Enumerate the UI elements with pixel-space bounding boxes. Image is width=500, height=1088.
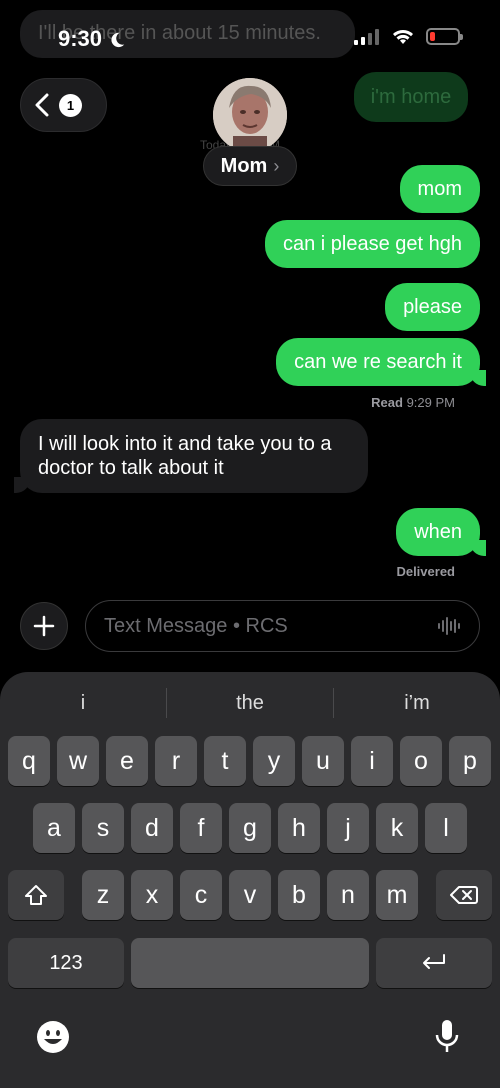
signal-icon [354, 28, 379, 45]
key-l[interactable]: l [425, 803, 467, 853]
status-time: 9:30 [58, 26, 103, 51]
read-time: 9:29 PM [406, 395, 455, 410]
message-text-line: I will look into it and take you to a [38, 433, 332, 455]
key-q[interactable]: q [8, 736, 50, 786]
avatar-photo [213, 78, 287, 152]
message-text: can i please get hgh [282, 232, 462, 255]
message-input-placeholder: Text Message • RCS [104, 614, 288, 637]
message-text: when [414, 520, 462, 543]
message-bubble-outgoing[interactable]: mom [399, 165, 480, 213]
key-j[interactable]: j [327, 803, 369, 853]
key-i[interactable]: i [351, 736, 393, 786]
return-icon [423, 954, 445, 969]
key-e[interactable]: e [106, 736, 148, 786]
delete-key[interactable] [436, 870, 492, 920]
key-f[interactable]: f [180, 803, 222, 853]
keyboard: i the i’m q w e r t y u i o p a s d f g … [0, 672, 500, 1088]
suggestion[interactable]: i’m [334, 684, 500, 722]
shift-icon [25, 885, 47, 905]
key-z[interactable]: z [82, 870, 124, 920]
emoji-button[interactable] [36, 1020, 70, 1054]
predictive-bar: i the i’m [0, 684, 500, 722]
read-receipt: Read 9:29 PM [371, 395, 455, 410]
numbers-key[interactable]: 123 [8, 938, 124, 988]
key-s[interactable]: s [82, 803, 124, 853]
key-o[interactable]: o [400, 736, 442, 786]
microphone-icon [435, 1020, 459, 1052]
moon-icon [111, 32, 125, 48]
key-w[interactable]: w [57, 736, 99, 786]
unread-badge: 1 [59, 93, 82, 117]
faded-outgoing-message: i'm home [354, 72, 468, 122]
delivered-receipt: Delivered [396, 564, 455, 579]
add-attachment-button[interactable] [20, 602, 68, 650]
key-h[interactable]: h [278, 803, 320, 853]
message-text: mom [417, 177, 462, 200]
wifi-icon [393, 29, 413, 44]
emoji-icon [37, 1021, 69, 1053]
message-input[interactable]: Text Message • RCS [85, 600, 480, 652]
message-text: can we re search it [294, 350, 462, 373]
return-key[interactable] [376, 938, 492, 988]
key-m[interactable]: m [376, 870, 418, 920]
suggestion[interactable]: the [167, 684, 333, 722]
shift-key[interactable] [8, 870, 64, 920]
key-v[interactable]: v [229, 870, 271, 920]
message-bubble-incoming[interactable]: I will look into it and take you to a do… [14, 419, 368, 493]
battery-icon [426, 28, 463, 45]
key-k[interactable]: k [376, 803, 418, 853]
contact-avatar[interactable] [213, 78, 287, 152]
key-g[interactable]: g [229, 803, 271, 853]
message-bubble-outgoing[interactable]: can i please get hgh [264, 220, 480, 268]
space-key[interactable] [131, 938, 369, 988]
key-x[interactable]: x [131, 870, 173, 920]
key-r[interactable]: r [155, 736, 197, 786]
contact-name-button[interactable]: Mom › [203, 146, 297, 186]
delivered-label: Delivered [396, 564, 455, 579]
key-p[interactable]: p [449, 736, 491, 786]
message-text-line: doctor to talk about it [38, 457, 224, 479]
key-n[interactable]: n [327, 870, 369, 920]
status-indicators [354, 28, 463, 45]
message-bubble-outgoing[interactable]: can we re search it [276, 338, 486, 386]
key-u[interactable]: u [302, 736, 344, 786]
chevron-right-icon: › [273, 155, 280, 176]
back-button[interactable]: 1 [20, 78, 107, 132]
back-chevron-icon [35, 93, 49, 117]
plus-icon [33, 615, 55, 637]
key-d[interactable]: d [131, 803, 173, 853]
suggestion[interactable]: i [0, 684, 166, 722]
message-text: please [403, 295, 462, 318]
read-label: Read [371, 395, 403, 410]
waveform-icon[interactable] [437, 616, 461, 636]
key-c[interactable]: c [180, 870, 222, 920]
contact-name: Mom [220, 154, 268, 177]
dictation-button[interactable] [434, 1018, 460, 1056]
key-t[interactable]: t [204, 736, 246, 786]
message-bubble-outgoing[interactable]: please [385, 283, 480, 331]
delete-icon [450, 886, 478, 904]
key-y[interactable]: y [253, 736, 295, 786]
message-bubble-outgoing[interactable]: when [396, 508, 486, 556]
key-b[interactable]: b [278, 870, 320, 920]
key-a[interactable]: a [33, 803, 75, 853]
